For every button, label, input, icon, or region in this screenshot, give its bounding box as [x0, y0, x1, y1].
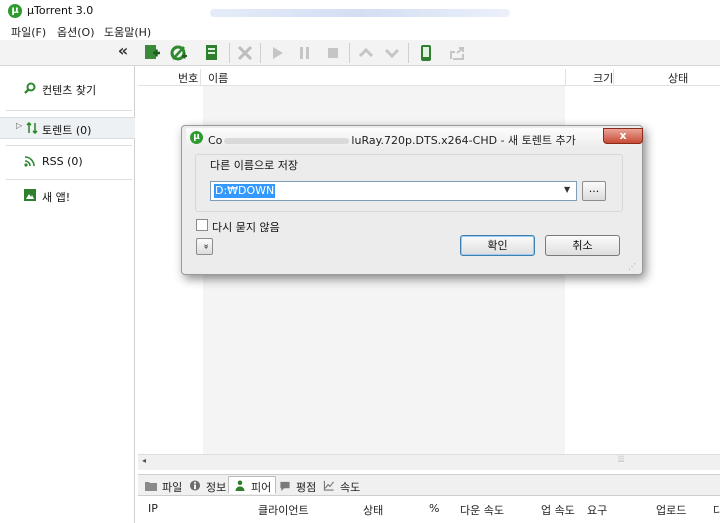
- tab-label: 정보: [206, 481, 227, 494]
- add-torrent-dialog: µ Co luRay.720p.DTS.x264-CHD - 새 토렌트 추가 x…: [181, 125, 643, 275]
- column-number[interactable]: 번호: [178, 70, 198, 86]
- close-button[interactable]: x: [603, 128, 643, 144]
- column-requests[interactable]: 요구: [587, 502, 607, 518]
- peer-list-header: IP 클라이언트 상태 % 다운 속도 업 속도 요구 업로드 다: [138, 498, 720, 523]
- collapse-sidebar-button[interactable]: «: [112, 42, 134, 62]
- toolbar-separator: [260, 43, 261, 63]
- sidebar-item-new-apps[interactable]: 새 앱!: [0, 185, 135, 207]
- dialog-title-bar[interactable]: µ Co luRay.720p.DTS.x264-CHD - 새 토렌트 추가 x: [186, 128, 643, 148]
- pause-icon[interactable]: [296, 44, 314, 62]
- speed-chart-icon: [323, 480, 335, 491]
- column-upload-speed[interactable]: 업 속도: [541, 502, 575, 518]
- apps-icon: [24, 189, 36, 201]
- column-divider: [565, 69, 566, 85]
- menu-help[interactable]: 도움말(H): [104, 24, 151, 40]
- sidebar-divider: [6, 110, 132, 111]
- sidebar-item-torrents[interactable]: ▷ 토렌트 (0): [0, 117, 135, 139]
- tab-ratings[interactable]: 평점: [274, 477, 320, 495]
- tab-speed[interactable]: 속도: [318, 477, 364, 495]
- title-blur: [224, 138, 350, 144]
- add-url-icon[interactable]: [170, 44, 188, 62]
- search-icon: [24, 82, 36, 94]
- tab-peers[interactable]: 피어: [228, 476, 277, 494]
- column-ip[interactable]: IP: [148, 502, 158, 515]
- dialog-title-prefix: Co: [208, 134, 223, 147]
- utorrent-logo-icon: µ: [8, 4, 22, 18]
- sidebar: 컨텐츠 찾기 ▷ 토렌트 (0) RSS (0) 새 앱!: [0, 66, 135, 523]
- column-peer-status[interactable]: 상태: [363, 502, 383, 518]
- resize-grip-icon[interactable]: ⋰: [628, 262, 636, 271]
- tab-files[interactable]: 파일: [140, 477, 186, 495]
- utorrent-logo-icon: µ: [190, 131, 203, 144]
- remote-device-icon[interactable]: [417, 44, 435, 62]
- dialog-title-rest: luRay.720p.DTS.x264-CHD - 새 토렌트 추가: [351, 134, 576, 147]
- save-path-value[interactable]: D:₩DOWN: [214, 184, 276, 198]
- toolbar-separator: [349, 43, 350, 63]
- ok-button[interactable]: 확인: [460, 235, 535, 256]
- expand-chevron-icon: »: [199, 243, 210, 250]
- expand-options-button[interactable]: »: [196, 238, 213, 255]
- column-divider: [613, 69, 614, 85]
- save-as-label: 다른 이름으로 저장: [208, 157, 300, 173]
- move-up-icon[interactable]: [357, 44, 375, 62]
- scroll-grip-icon: ⦙⦙⦙: [618, 455, 625, 465]
- start-icon[interactable]: [268, 44, 286, 62]
- sidebar-item-label: 새 앱!: [42, 191, 71, 204]
- scroll-left-icon[interactable]: ◂: [142, 456, 146, 465]
- column-client[interactable]: 클라이언트: [258, 502, 309, 518]
- column-size[interactable]: 크기: [593, 70, 613, 86]
- sidebar-item-rss[interactable]: RSS (0): [0, 151, 135, 173]
- dialog-title: Co luRay.720p.DTS.x264-CHD - 새 토렌트 추가: [208, 132, 576, 148]
- title-bar: µ µTorrent 3.0: [0, 0, 720, 22]
- toolbar-separator: [229, 43, 230, 63]
- column-percent[interactable]: %: [429, 502, 439, 515]
- sidebar-item-label: 컨텐츠 찾기: [42, 84, 97, 97]
- dont-ask-label[interactable]: 다시 묻지 않음: [212, 219, 280, 235]
- add-torrent-icon[interactable]: [143, 44, 161, 62]
- toolbar-separator: [408, 43, 409, 63]
- rating-icon: [280, 481, 290, 491]
- column-downloaded[interactable]: 다: [713, 502, 720, 518]
- title-blur: [210, 9, 510, 17]
- tab-label: 피어: [251, 481, 272, 494]
- dont-ask-checkbox[interactable]: [196, 219, 208, 231]
- sidebar-divider: [6, 145, 132, 146]
- menu-options[interactable]: 옵션(O): [57, 24, 94, 40]
- sidebar-item-label: 토렌트 (0): [42, 124, 92, 137]
- browse-button[interactable]: ...: [582, 181, 606, 201]
- column-divider: [200, 69, 201, 85]
- column-uploaded[interactable]: 업로드: [656, 502, 686, 518]
- tab-label: 평점: [296, 481, 317, 494]
- tab-info[interactable]: 정보: [184, 477, 230, 495]
- detail-tabs: 파일 정보 피어 평점 속도: [138, 474, 720, 496]
- torrents-icon: [26, 122, 38, 134]
- tab-label: 속도: [340, 481, 361, 494]
- rss-icon: [24, 156, 35, 167]
- save-path-combobox[interactable]: D:₩DOWN ▼: [210, 181, 577, 201]
- sidebar-item-find-content[interactable]: 컨텐츠 찾기: [0, 78, 135, 100]
- folder-icon: [145, 482, 157, 491]
- info-icon: [189, 480, 201, 491]
- move-down-icon[interactable]: [383, 44, 401, 62]
- window-title: µTorrent 3.0: [27, 4, 94, 17]
- share-icon[interactable]: [449, 44, 467, 62]
- remove-icon[interactable]: [236, 44, 254, 62]
- torrent-list-header: 번호 이름 크기 상태: [138, 68, 720, 86]
- column-download-speed[interactable]: 다운 속도: [460, 502, 504, 518]
- tab-label: 파일: [162, 481, 183, 494]
- sidebar-divider: [6, 179, 132, 180]
- cancel-button[interactable]: 취소: [545, 235, 620, 256]
- stop-icon[interactable]: [324, 44, 342, 62]
- horizontal-scrollbar[interactable]: ◂ ⦙⦙⦙: [138, 454, 720, 470]
- expand-arrow-icon[interactable]: ▷: [16, 121, 22, 130]
- chevron-down-icon[interactable]: ▼: [564, 185, 570, 194]
- create-torrent-icon[interactable]: [203, 44, 221, 62]
- menu-file[interactable]: 파일(F): [11, 24, 46, 40]
- peers-icon: [235, 480, 245, 491]
- sidebar-item-label: RSS (0): [42, 155, 83, 168]
- menu-bar: 파일(F) 옵션(O) 도움말(H): [0, 22, 720, 40]
- column-status[interactable]: 상태: [668, 70, 688, 86]
- column-name[interactable]: 이름: [208, 70, 228, 86]
